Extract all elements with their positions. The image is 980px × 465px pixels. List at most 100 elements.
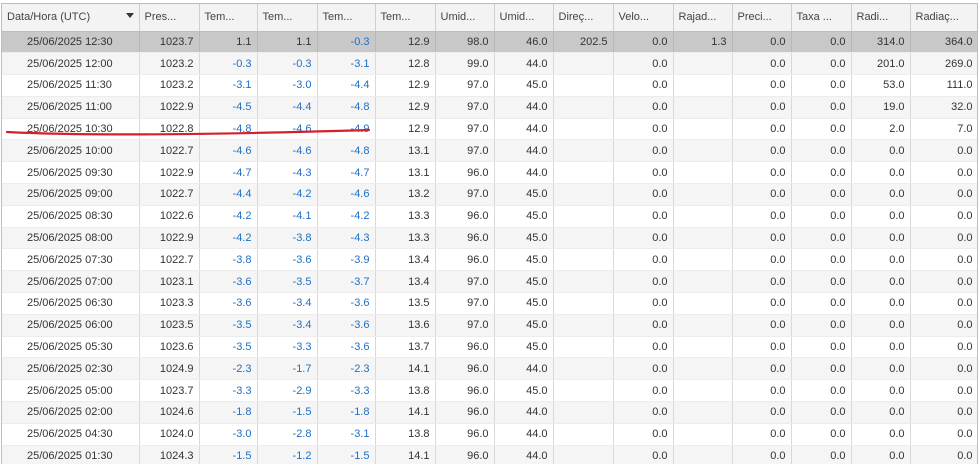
table-cell: 0.0 bbox=[851, 423, 911, 446]
table-cell bbox=[673, 314, 733, 337]
table-cell: 0.0 bbox=[613, 379, 674, 403]
table-cell: 13.3 bbox=[375, 205, 436, 228]
table-cell bbox=[673, 423, 733, 446]
table-cell: 45.0 bbox=[494, 314, 554, 337]
table-cell: 1022.9 bbox=[139, 161, 200, 185]
table-row[interactable]: 25/06/2025 07:00 1023.1 -3.6 -3.5 -3.7 13.4 97… bbox=[2, 270, 977, 294]
table-cell: -2.8 bbox=[257, 423, 318, 446]
table-cell: 0.0 bbox=[791, 227, 852, 250]
table-row[interactable]: 25/06/2025 10:00 1022.7 -4.6 -4.6 -4.8 13.1 97… bbox=[2, 139, 977, 163]
table-cell: 97.0 bbox=[435, 292, 495, 315]
table-cell: 45.0 bbox=[494, 248, 554, 272]
table-cell: 0.0 bbox=[732, 314, 792, 337]
table-row[interactable]: 25/06/2025 11:00 1022.9 -4.5 -4.4 -4.8 12.9 97… bbox=[2, 96, 977, 119]
table-row[interactable]: 25/06/2025 09:00 1022.7 -4.4 -4.2 -4.6 13.2 97… bbox=[2, 183, 977, 206]
table-cell: 1023.7 bbox=[139, 379, 200, 403]
column-header-1[interactable]: Pres... bbox=[139, 4, 200, 32]
table-cell: 0.0 bbox=[910, 161, 977, 185]
table-cell: 1022.7 bbox=[139, 139, 200, 163]
table-cell: 97.0 bbox=[435, 314, 495, 337]
table-cell: 1024.3 bbox=[139, 445, 200, 464]
table-cell: 0.0 bbox=[851, 292, 911, 315]
column-header-12[interactable]: Taxa ... bbox=[791, 4, 852, 32]
cell-datetime: 25/06/2025 11:30 bbox=[2, 74, 140, 97]
column-header-5[interactable]: Tem... bbox=[375, 4, 436, 32]
table-row[interactable]: 25/06/2025 09:30 1022.9 -4.7 -4.3 -4.7 13.1 96… bbox=[2, 161, 977, 185]
table-cell: 0.0 bbox=[910, 314, 977, 337]
table-row[interactable]: 25/06/2025 02:30 1024.9 -2.3 -1.7 -2.3 14.1 96… bbox=[2, 357, 977, 381]
table-row[interactable]: 25/06/2025 12:00 1023.2 -0.3 -0.3 -3.1 12.8 99… bbox=[2, 52, 977, 76]
cell-datetime: 25/06/2025 07:30 bbox=[2, 248, 140, 272]
table-row[interactable]: 25/06/2025 10:30 1022.8 -4.8 -4.6 -4.9 12.9 97… bbox=[2, 118, 977, 141]
table-cell: 45.0 bbox=[494, 270, 554, 294]
cell-datetime: 25/06/2025 02:00 bbox=[2, 401, 140, 424]
table-cell: 12.9 bbox=[375, 118, 436, 141]
table-cell: 0.0 bbox=[613, 227, 674, 250]
column-header-2[interactable]: Tem... bbox=[199, 4, 258, 32]
column-header-11[interactable]: Preci... bbox=[732, 4, 792, 32]
column-header-9[interactable]: Velo... bbox=[613, 4, 674, 32]
table-cell: -1.5 bbox=[317, 445, 376, 464]
table-row[interactable]: 25/06/2025 07:30 1022.7 -3.8 -3.6 -3.9 13.4 96… bbox=[2, 248, 977, 272]
table-row[interactable]: 25/06/2025 02:00 1024.6 -1.8 -1.5 -1.8 14.1 96… bbox=[2, 401, 977, 424]
table-cell: 1024.0 bbox=[139, 423, 200, 446]
table-cell: 45.0 bbox=[494, 292, 554, 315]
table-cell: 0.0 bbox=[910, 183, 977, 206]
table-cell: 13.1 bbox=[375, 161, 436, 185]
table-cell bbox=[553, 401, 614, 424]
table-cell: 46.0 bbox=[494, 31, 554, 54]
sort-descending-icon[interactable] bbox=[125, 13, 134, 18]
table-cell bbox=[553, 74, 614, 97]
table-cell: -1.5 bbox=[199, 445, 258, 464]
table-cell: 1023.2 bbox=[139, 52, 200, 76]
table-cell: 314.0 bbox=[851, 31, 911, 54]
table-cell: 96.0 bbox=[435, 248, 495, 272]
table-cell: 0.0 bbox=[791, 445, 852, 464]
table-cell: 2.0 bbox=[851, 118, 911, 141]
table-cell: 0.0 bbox=[613, 183, 674, 206]
table-cell bbox=[673, 118, 733, 141]
table-cell: 0.0 bbox=[613, 445, 674, 464]
table-cell: 0.0 bbox=[791, 31, 852, 54]
table-cell bbox=[673, 139, 733, 163]
cell-datetime: 25/06/2025 02:30 bbox=[2, 357, 140, 381]
table-cell: 97.0 bbox=[435, 96, 495, 119]
table-cell bbox=[553, 205, 614, 228]
column-header-8[interactable]: Direç... bbox=[553, 4, 614, 32]
table-cell: 97.0 bbox=[435, 118, 495, 141]
table-cell: 45.0 bbox=[494, 227, 554, 250]
table-row[interactable]: 25/06/2025 05:30 1023.6 -3.5 -3.3 -3.6 13.7 96… bbox=[2, 336, 977, 359]
column-header-6[interactable]: Umid... bbox=[435, 4, 495, 32]
table-row[interactable]: 25/06/2025 06:00 1023.5 -3.5 -3.4 -3.6 13.6 97… bbox=[2, 314, 977, 337]
column-header-4[interactable]: Tem... bbox=[317, 4, 376, 32]
column-header-3[interactable]: Tem... bbox=[257, 4, 318, 32]
table-row[interactable]: 25/06/2025 12:30 1023.7 1.1 1.1 -0.3 12.9 98.0… bbox=[2, 31, 977, 54]
table-row[interactable]: 25/06/2025 05:00 1023.7 -3.3 -2.9 -3.3 13.8 96… bbox=[2, 379, 977, 403]
table-row[interactable]: 25/06/2025 01:30 1024.3 -1.5 -1.2 -1.5 14.1 96… bbox=[2, 445, 977, 464]
column-header-14[interactable]: Radiaç... bbox=[910, 4, 977, 32]
column-header-label: Taxa ... bbox=[796, 11, 832, 24]
table-row[interactable]: 25/06/2025 08:30 1022.6 -4.2 -4.1 -4.2 13.3 96… bbox=[2, 205, 977, 228]
table-cell: 44.0 bbox=[494, 161, 554, 185]
table-row[interactable]: 25/06/2025 11:30 1023.2 -3.1 -3.0 -4.4 12.9 97… bbox=[2, 74, 977, 97]
table-cell: 0.0 bbox=[732, 118, 792, 141]
table-cell: 0.0 bbox=[791, 314, 852, 337]
table-cell: 0.0 bbox=[910, 336, 977, 359]
column-header-datetime[interactable]: Data/Hora (UTC) bbox=[2, 4, 140, 32]
cell-datetime: 25/06/2025 04:30 bbox=[2, 423, 140, 446]
column-header-7[interactable]: Umid... bbox=[494, 4, 554, 32]
table-cell: 0.0 bbox=[791, 183, 852, 206]
table-cell: -3.1 bbox=[199, 74, 258, 97]
table-row[interactable]: 25/06/2025 08:00 1022.9 -4.2 -3.8 -4.3 13.3 96… bbox=[2, 227, 977, 250]
table-cell: -4.4 bbox=[317, 74, 376, 97]
table-cell bbox=[673, 379, 733, 403]
column-header-13[interactable]: Radi... bbox=[851, 4, 911, 32]
table-cell: 0.0 bbox=[791, 336, 852, 359]
table-cell: -3.6 bbox=[317, 314, 376, 337]
column-header-10[interactable]: Rajad... bbox=[673, 4, 733, 32]
table-row[interactable]: 25/06/2025 04:30 1024.0 -3.0 -2.8 -3.1 13.8 96… bbox=[2, 423, 977, 446]
table-row[interactable]: 25/06/2025 06:30 1023.3 -3.6 -3.4 -3.6 13.5 97… bbox=[2, 292, 977, 315]
table-cell: -3.5 bbox=[257, 270, 318, 294]
table-cell: -4.7 bbox=[317, 161, 376, 185]
table-cell: 0.0 bbox=[732, 423, 792, 446]
